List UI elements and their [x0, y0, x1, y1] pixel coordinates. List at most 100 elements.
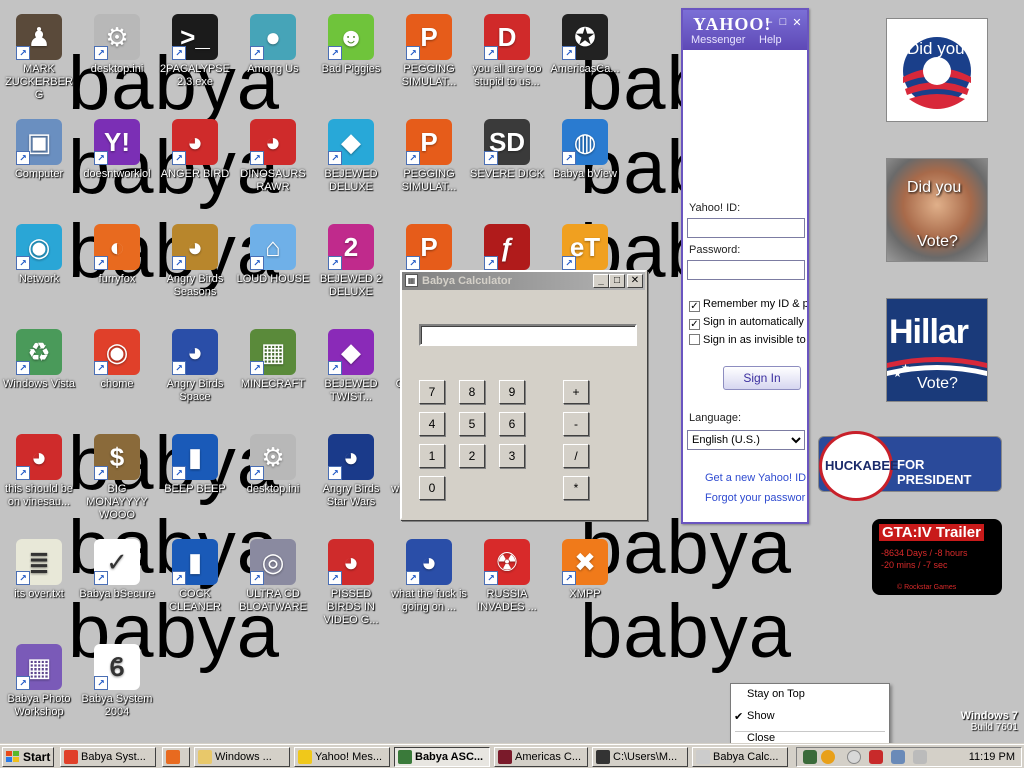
desktop-icon[interactable]: ◕ ↗ PISSED BIRDS IN VIDEO G... [312, 533, 390, 633]
babya-tray-icon[interactable] [803, 750, 817, 764]
desktop-icon[interactable]: ◆ ↗ BEJEWED DELUXE [312, 113, 390, 213]
desktop-icon[interactable]: ✖ ↗ XMPP [546, 533, 624, 633]
taskbar-button[interactable]: Babya Syst... [60, 747, 156, 767]
get-yahoo-id-link[interactable]: Get a new Yahoo! ID [705, 472, 809, 484]
desktop-icon[interactable]: P ↗ PEGGING SIMULAT... [390, 8, 468, 108]
calc-key[interactable]: 4 [419, 412, 445, 436]
calc-key[interactable]: - [563, 412, 589, 436]
desktop-icon[interactable]: ◕ ↗ ANGER BIRD [156, 113, 234, 213]
maximize-button[interactable]: □ [609, 274, 625, 288]
taskbar-button[interactable]: Windows ... [194, 747, 290, 767]
desktop-icon[interactable]: ◍ ↗ Babya bView [546, 113, 624, 213]
calculator-window[interactable]: ▦ Babya Calculator _ □ ✕ 7 8 9 +4 5 6 - 1 2 3 / 0 * [400, 270, 647, 520]
taskbar-button[interactable] [162, 747, 190, 767]
magnifier-icon[interactable] [821, 750, 835, 764]
yahoo-messenger-window[interactable]: YAHOO! – □ ✕ Messenger Help Yahoo! ID: P… [681, 8, 809, 524]
auto-signin-checkbox[interactable]: ✓ Sign in automatically [689, 316, 807, 330]
close-icon[interactable]: ✕ [791, 16, 803, 29]
network-tray-icon[interactable] [891, 750, 905, 764]
forgot-password-link[interactable]: Forgot your passwor [705, 492, 809, 504]
tray-context-menu[interactable]: Stay on Top ✔ Show Close [730, 683, 890, 744]
taskbar-button[interactable]: Yahoo! Mes... [294, 747, 390, 767]
desktop-icon[interactable]: ◕ ↗ Angry Birds Star Wars [312, 428, 390, 528]
desktop-icon[interactable]: ▦ ↗ Babya Photo Workshop [0, 638, 78, 738]
desktop-icon[interactable]: ◕ ↗ Angry Birds Space [156, 323, 234, 423]
desktop-icon[interactable]: >_ ↗ 2PACALYPSE 2.3.exe [156, 8, 234, 108]
calc-key[interactable]: 0 [419, 476, 445, 500]
firefox-icon: ◐ ↗ [94, 224, 140, 270]
taskbar-button[interactable]: Americas C... [494, 747, 588, 767]
desktop-icon[interactable]: ♟ ↗ MARK ZUCKERBERG [0, 8, 78, 108]
desktop-icon[interactable]: ☻ ↗ Bad Piggies [312, 8, 390, 108]
desktop-icon[interactable]: ⚙ ↗ desktop.ini [78, 8, 156, 108]
poker-chip-icon: ✪ ↗ [562, 14, 608, 60]
desktop-icon[interactable]: P ↗ PEGGING SIMULAT... [390, 113, 468, 213]
desktop-icon[interactable]: ◕ ↗ Angry Birds Seasons [156, 218, 234, 318]
desktop-icon[interactable]: 2 ↗ BEJEWED 2 DELUXE [312, 218, 390, 318]
calculator-display[interactable] [419, 324, 637, 346]
taskbar-button[interactable]: Babya Calc... [692, 747, 788, 767]
language-select[interactable]: English (U.S.) [687, 430, 805, 450]
taskbar-button[interactable]: Babya ASC... [394, 747, 490, 767]
desktop-icon[interactable]: ◕ ↗ DINOSAURS RAWR [234, 113, 312, 213]
calc-key[interactable]: 3 [499, 444, 525, 468]
sign-in-button[interactable]: Sign In [723, 366, 801, 390]
calculator-title-bar[interactable]: ▦ Babya Calculator _ □ ✕ [402, 272, 645, 290]
desktop-icon-label: PEGGING SIMULAT... [401, 63, 457, 88]
clock[interactable]: 11:19 PM [969, 748, 1015, 766]
desktop-icon[interactable]: ⌂ ↗ LOUD HOUSE [234, 218, 312, 318]
desktop-icon[interactable]: ▣ ↗ Computer [0, 113, 78, 213]
minimize-icon[interactable]: – [763, 16, 775, 28]
desktop-icon[interactable]: ✪ ↗ AmericasCa... [546, 8, 624, 108]
security-alert-icon[interactable] [869, 750, 883, 764]
desktop-icon[interactable]: ◎ ↗ ULTRA CD BLOATWARE [234, 533, 312, 633]
calc-key[interactable]: 7 [419, 380, 445, 404]
desktop-icon[interactable]: ◉ ↗ chome [78, 323, 156, 423]
minus-icon[interactable] [847, 750, 861, 764]
desktop-icon[interactable]: ♻ ↗ Windows Vista [0, 323, 78, 423]
desktop-icon[interactable]: Y! ↗ doesntworklol [78, 113, 156, 213]
invisible-checkbox[interactable]: Sign in as invisible to c [689, 334, 807, 346]
remember-id-checkbox[interactable]: ✓ Remember my ID & pa [689, 298, 807, 312]
taskbar-button[interactable]: C:\Users\M... [592, 747, 688, 767]
calc-key[interactable]: + [563, 380, 589, 404]
password-input[interactable] [687, 260, 805, 280]
desktop-icon[interactable]: ◉ ↗ Network [0, 218, 78, 318]
desktop-icon[interactable]: ☢ ↗ RUSSIA INVADES ... [468, 533, 546, 633]
desktop-icon[interactable]: ✓ ↗ Babya bSecure [78, 533, 156, 633]
desktop-icon[interactable]: ≣ ↗ its over.txt [0, 533, 78, 633]
calc-key[interactable]: / [563, 444, 589, 468]
desktop-icon[interactable]: ▦ ↗ MINECRAFT [234, 323, 312, 423]
calc-key[interactable]: 8 [459, 380, 485, 404]
menu-item-stay-on-top[interactable]: Stay on Top [747, 688, 805, 700]
desktop-icon[interactable]: ▮ ↗ BEEP BEEP [156, 428, 234, 528]
menu-item-close[interactable]: Close [747, 732, 775, 744]
desktop-icon[interactable]: D ↗ you all are too stupid to us... [468, 8, 546, 108]
desktop-icon[interactable]: ◐ ↗ furryfox [78, 218, 156, 318]
desktop-icon[interactable]: $ ↗ BIG MONAYYYY WOOO [78, 428, 156, 528]
menu-help[interactable]: Help [759, 34, 782, 46]
desktop-icon[interactable]: ▮ ↗ COCK CLEANER [156, 533, 234, 633]
calc-key[interactable]: 6 [499, 412, 525, 436]
desktop-icon[interactable]: ◆ ↗ BEJEWED TWIST... [312, 323, 390, 423]
menu-item-show[interactable]: Show [747, 710, 775, 722]
desktop-icon[interactable]: ⚙ ↗ desktop.ini [234, 428, 312, 528]
calc-key[interactable]: 9 [499, 380, 525, 404]
calc-key[interactable]: 5 [459, 412, 485, 436]
desktop-icon[interactable]: ϐ ↗ Babya System 2004 [78, 638, 156, 738]
close-button[interactable]: ✕ [627, 274, 643, 288]
menu-messenger[interactable]: Messenger [691, 34, 745, 46]
desktop-icon[interactable]: ◕↗ what the fuck is going on ... [390, 533, 468, 633]
start-button[interactable]: Start [2, 747, 54, 767]
calc-key[interactable]: 2 [459, 444, 485, 468]
desktop-icon[interactable]: ● ↗ Among Us [234, 8, 312, 108]
desktop-icon[interactable]: SD ↗ SEVERE DICK [468, 113, 546, 213]
yahoo-title-bar[interactable]: YAHOO! – □ ✕ Messenger Help [683, 10, 807, 50]
maximize-icon[interactable]: □ [777, 16, 789, 28]
yahoo-id-input[interactable] [687, 218, 805, 238]
desktop-icon[interactable]: ◕ ↗ this should be on vinesau... [0, 428, 78, 528]
calc-key[interactable]: 1 [419, 444, 445, 468]
calc-key[interactable]: * [563, 476, 589, 500]
minimize-button[interactable]: _ [593, 274, 609, 288]
volume-icon[interactable] [913, 750, 927, 764]
